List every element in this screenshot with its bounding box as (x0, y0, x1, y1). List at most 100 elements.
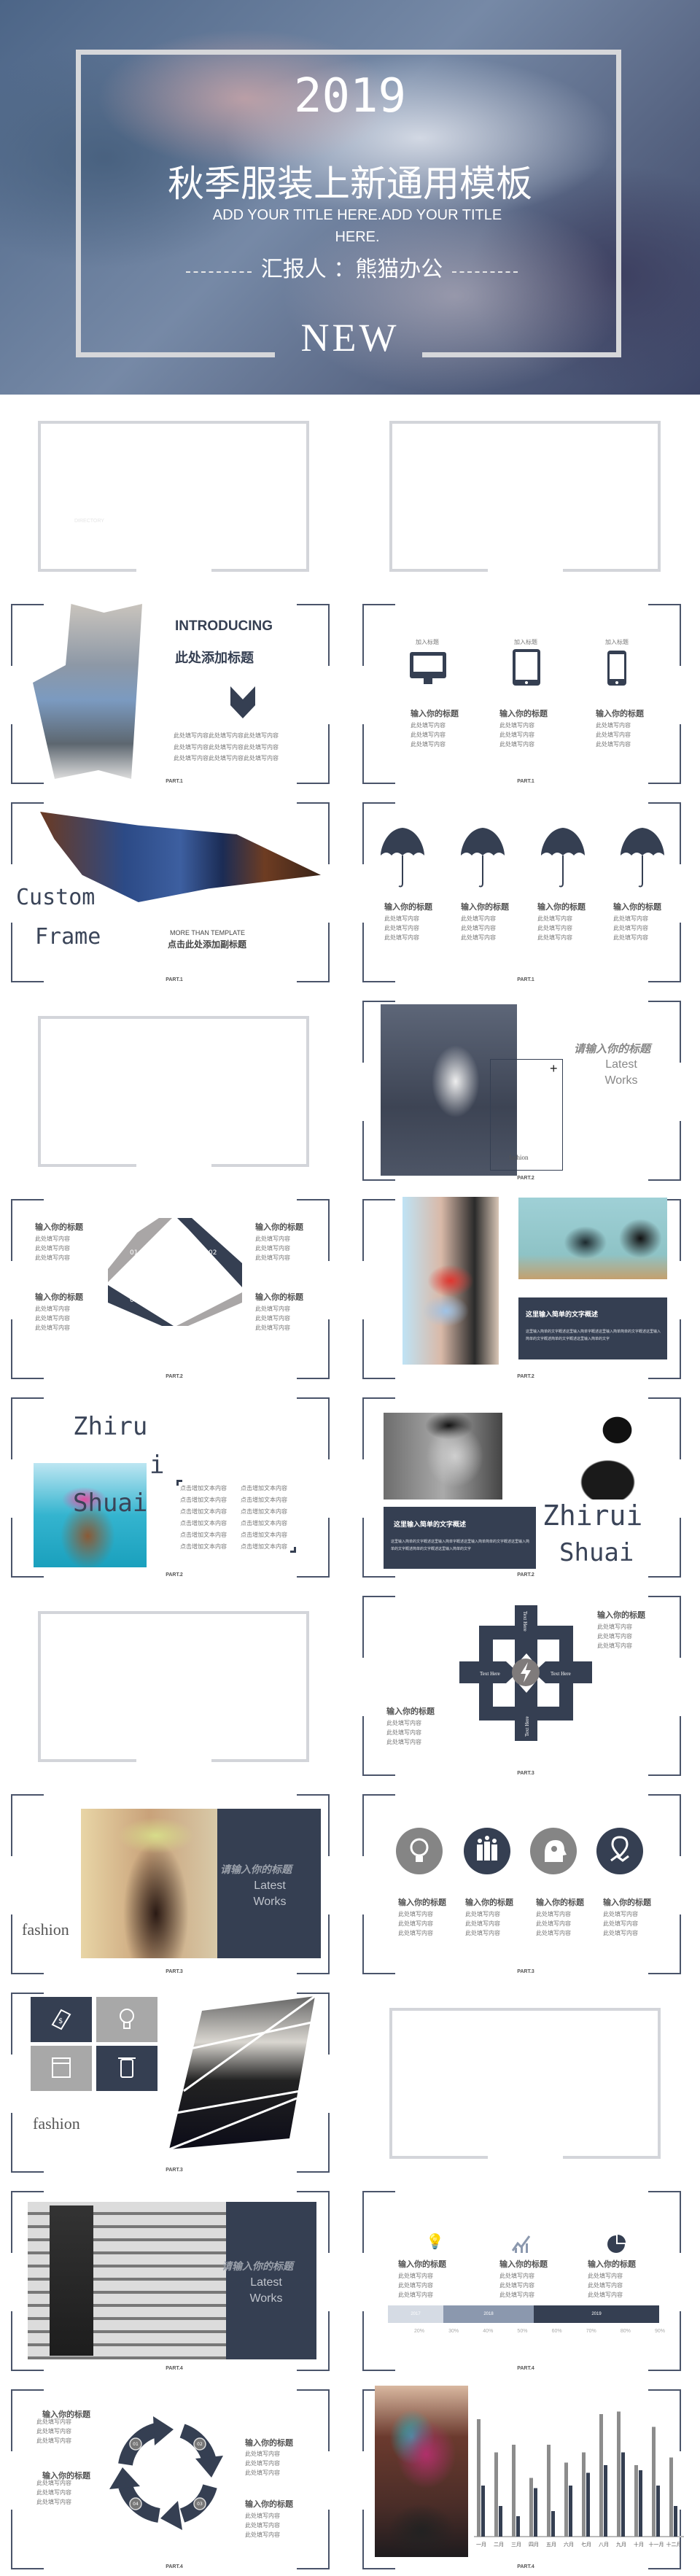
item-line: 此处填写内容 (588, 2273, 623, 2279)
item-title: 输入你的标题 (35, 1292, 83, 1302)
section-title[interactable]: 单击此处添加文字标题 (139, 1683, 211, 1694)
item-line: 此处填写内容 (255, 1324, 290, 1331)
octagon-slide: 01 02 03 04 输入你的标题 此处填写内容 此处填写内容 此处填写内容 … (0, 1188, 349, 1385)
section-title[interactable]: 单击此处添加文字标题 (490, 492, 563, 503)
item-line: 此处填写内容 (499, 2273, 534, 2279)
summary-box: 这里输入简单的文字概述 这里输入简单的文字概述这里输入简单字概述这里输入简单简单… (518, 1297, 667, 1359)
item-line: 此处填写内容 (384, 925, 419, 931)
tagline: MORE THAN TEMPLATE (170, 929, 246, 936)
section-title[interactable]: 单击此处添加文字标题 (139, 1087, 211, 1098)
growth-chart-icon (512, 2235, 531, 2253)
tick: 40% (483, 2329, 494, 2334)
text-cell: 点击增加文本内容 (241, 1485, 287, 1491)
item-title: 输入你的标题 (499, 709, 548, 718)
bar-三月-series2 (516, 2516, 520, 2537)
part-label: PART.2 (517, 1572, 534, 1578)
item-line: 此处填写内容 (36, 2489, 71, 2496)
directory-item[interactable]: 单击此处添加文字标题 (181, 500, 246, 509)
cover-subtitle: ADD YOUR TITLE HERE.ADD YOUR TITLE HERE. (212, 207, 502, 245)
directory-num: 04 (151, 519, 167, 529)
item-title: 输入你的标题 (411, 709, 459, 718)
latest-title: 请输入你的标题 (220, 1864, 292, 1876)
item-line: 此处填写内容 (255, 1245, 290, 1252)
item-line: 此处填写内容 (35, 1324, 70, 1331)
cover-reporter: 汇报人 ：熊猫办公 (260, 257, 443, 282)
item-title: 输入你的标题 (384, 902, 432, 912)
intro-slide: INTRODUCING 此处添加标题 此处填写内容此处填写内容此处填写内容 此处… (0, 593, 349, 790)
item-title: 输入你的标题 (537, 902, 586, 912)
hat-photo (556, 1413, 650, 1500)
cycle-number: 01 (133, 2442, 139, 2447)
part-label: PART.3 (166, 2168, 183, 2173)
divider-left (186, 271, 252, 273)
chevron-down-icon (230, 686, 255, 718)
part-label: PART.1 (517, 779, 534, 784)
calendar-icon (31, 2046, 92, 2091)
item-title: 输入你的标题 (465, 1898, 513, 1907)
lightbulb-icon (396, 1828, 443, 1874)
octagon-segment-01 (108, 1218, 172, 1282)
item-line: 此处填写内容 (596, 741, 631, 748)
item-title: 输入你的标题 (597, 1610, 645, 1620)
item-line: 此处填写内容 (36, 2418, 71, 2425)
x-tick-label: 十二月 (666, 2541, 682, 2548)
progress-segment-2017: 2017 (388, 2305, 443, 2323)
bar-九月-series1 (617, 2411, 621, 2537)
directory-item[interactable]: 单击此处添加文字标题 (181, 520, 246, 529)
section-title[interactable]: 单击此处添加文字标题 (490, 2079, 563, 2090)
directory-num: 01 (151, 457, 167, 468)
item-title: 输入你的标题 (499, 2259, 548, 2269)
text-cell: 点击增加文本内容 (241, 1543, 287, 1550)
part-label: PART.3 (517, 1969, 534, 1974)
map-pin-icon (596, 1828, 643, 1874)
bar-十一月-series2 (656, 2486, 660, 2537)
item-line: 此处填写内容 (603, 1911, 638, 1917)
zhirui-photo-slide: 这里输入简单的文字概述 这里输入简单的文字概述这里输入简单字概述这里输入简单简单… (351, 1386, 700, 1583)
octagon-number: 01 (130, 1249, 138, 1257)
item-line: 此处填写内容 (245, 2522, 280, 2529)
directory-num: 03 (151, 498, 167, 508)
part-label: PART.4 (517, 2366, 534, 2371)
item-line: 此处填写内容 (384, 934, 419, 941)
tick: 70% (586, 2329, 596, 2334)
tick: 50% (517, 2329, 528, 2334)
item-line: 此处填写内容 (461, 934, 496, 941)
latest-title: 请输入你的标题 (222, 2261, 293, 2273)
cycle-number: 04 (133, 2502, 139, 2507)
part-label: PART.1 (517, 977, 534, 982)
intro-heading: INTRODUCING (175, 618, 273, 634)
octagon-number: 03 (130, 1297, 138, 1304)
cross-label: Text Here (551, 1671, 571, 1677)
circle-icon-row (396, 1828, 643, 1874)
zhirui-name2: Shuai (559, 1538, 634, 1567)
text-cell: 点击增加文本内容 (180, 1543, 227, 1550)
x-tick-label: 七月 (581, 2541, 591, 2548)
text-cell: 点击增加文本内容 (180, 1485, 227, 1491)
bar-八月-series2 (604, 2465, 607, 2537)
part-label: PART.4 (166, 2564, 183, 2569)
new-badge: NEW (150, 1747, 198, 1768)
item-line: 此处填写内容 (36, 2480, 71, 2486)
item-line: 此处填写内容 (603, 1930, 638, 1936)
team-icon (464, 1828, 510, 1874)
subtitle: 点击此处添加副标题 (168, 939, 247, 950)
new-badge: NEW (502, 556, 550, 578)
fashion-label: fashion (509, 1154, 529, 1161)
directory-item[interactable]: 单击此处添加文字标题 (181, 478, 246, 488)
bar-六月-series2 (569, 2486, 572, 2537)
directory-item[interactable]: 单击此处添加文字标题 (181, 459, 246, 468)
camera-photo (518, 1198, 667, 1279)
devices-slide: 加入标题 加入标题 加入标题 输入你的标题 此处填写内容 此处填写内容 此处填写… (351, 593, 700, 790)
cross-diagram-slide: Text Here Text Here Text Here Text Here … (351, 1585, 700, 1782)
section-number: 02 (109, 1085, 128, 1098)
bar-七月-series1 (582, 2452, 586, 2537)
item-line: 此处填写内容 (537, 915, 572, 922)
item-line: 此处填写内容 (35, 1254, 70, 1261)
summary-box: 这里输入简单的文字概述 这里输入简单的文字概述这里输入简单字概述这里输入简单简单… (384, 1507, 536, 1569)
latest-line2: Works (604, 1074, 638, 1087)
money-icon: $ (31, 1997, 92, 2042)
intro-body: 此处填写内容此处填写内容此处填写内容 (174, 744, 279, 750)
fashion-label: fashion (33, 2114, 80, 2133)
brush-photo (33, 604, 142, 779)
text-cell: 点击增加文本内容 (241, 1497, 287, 1503)
